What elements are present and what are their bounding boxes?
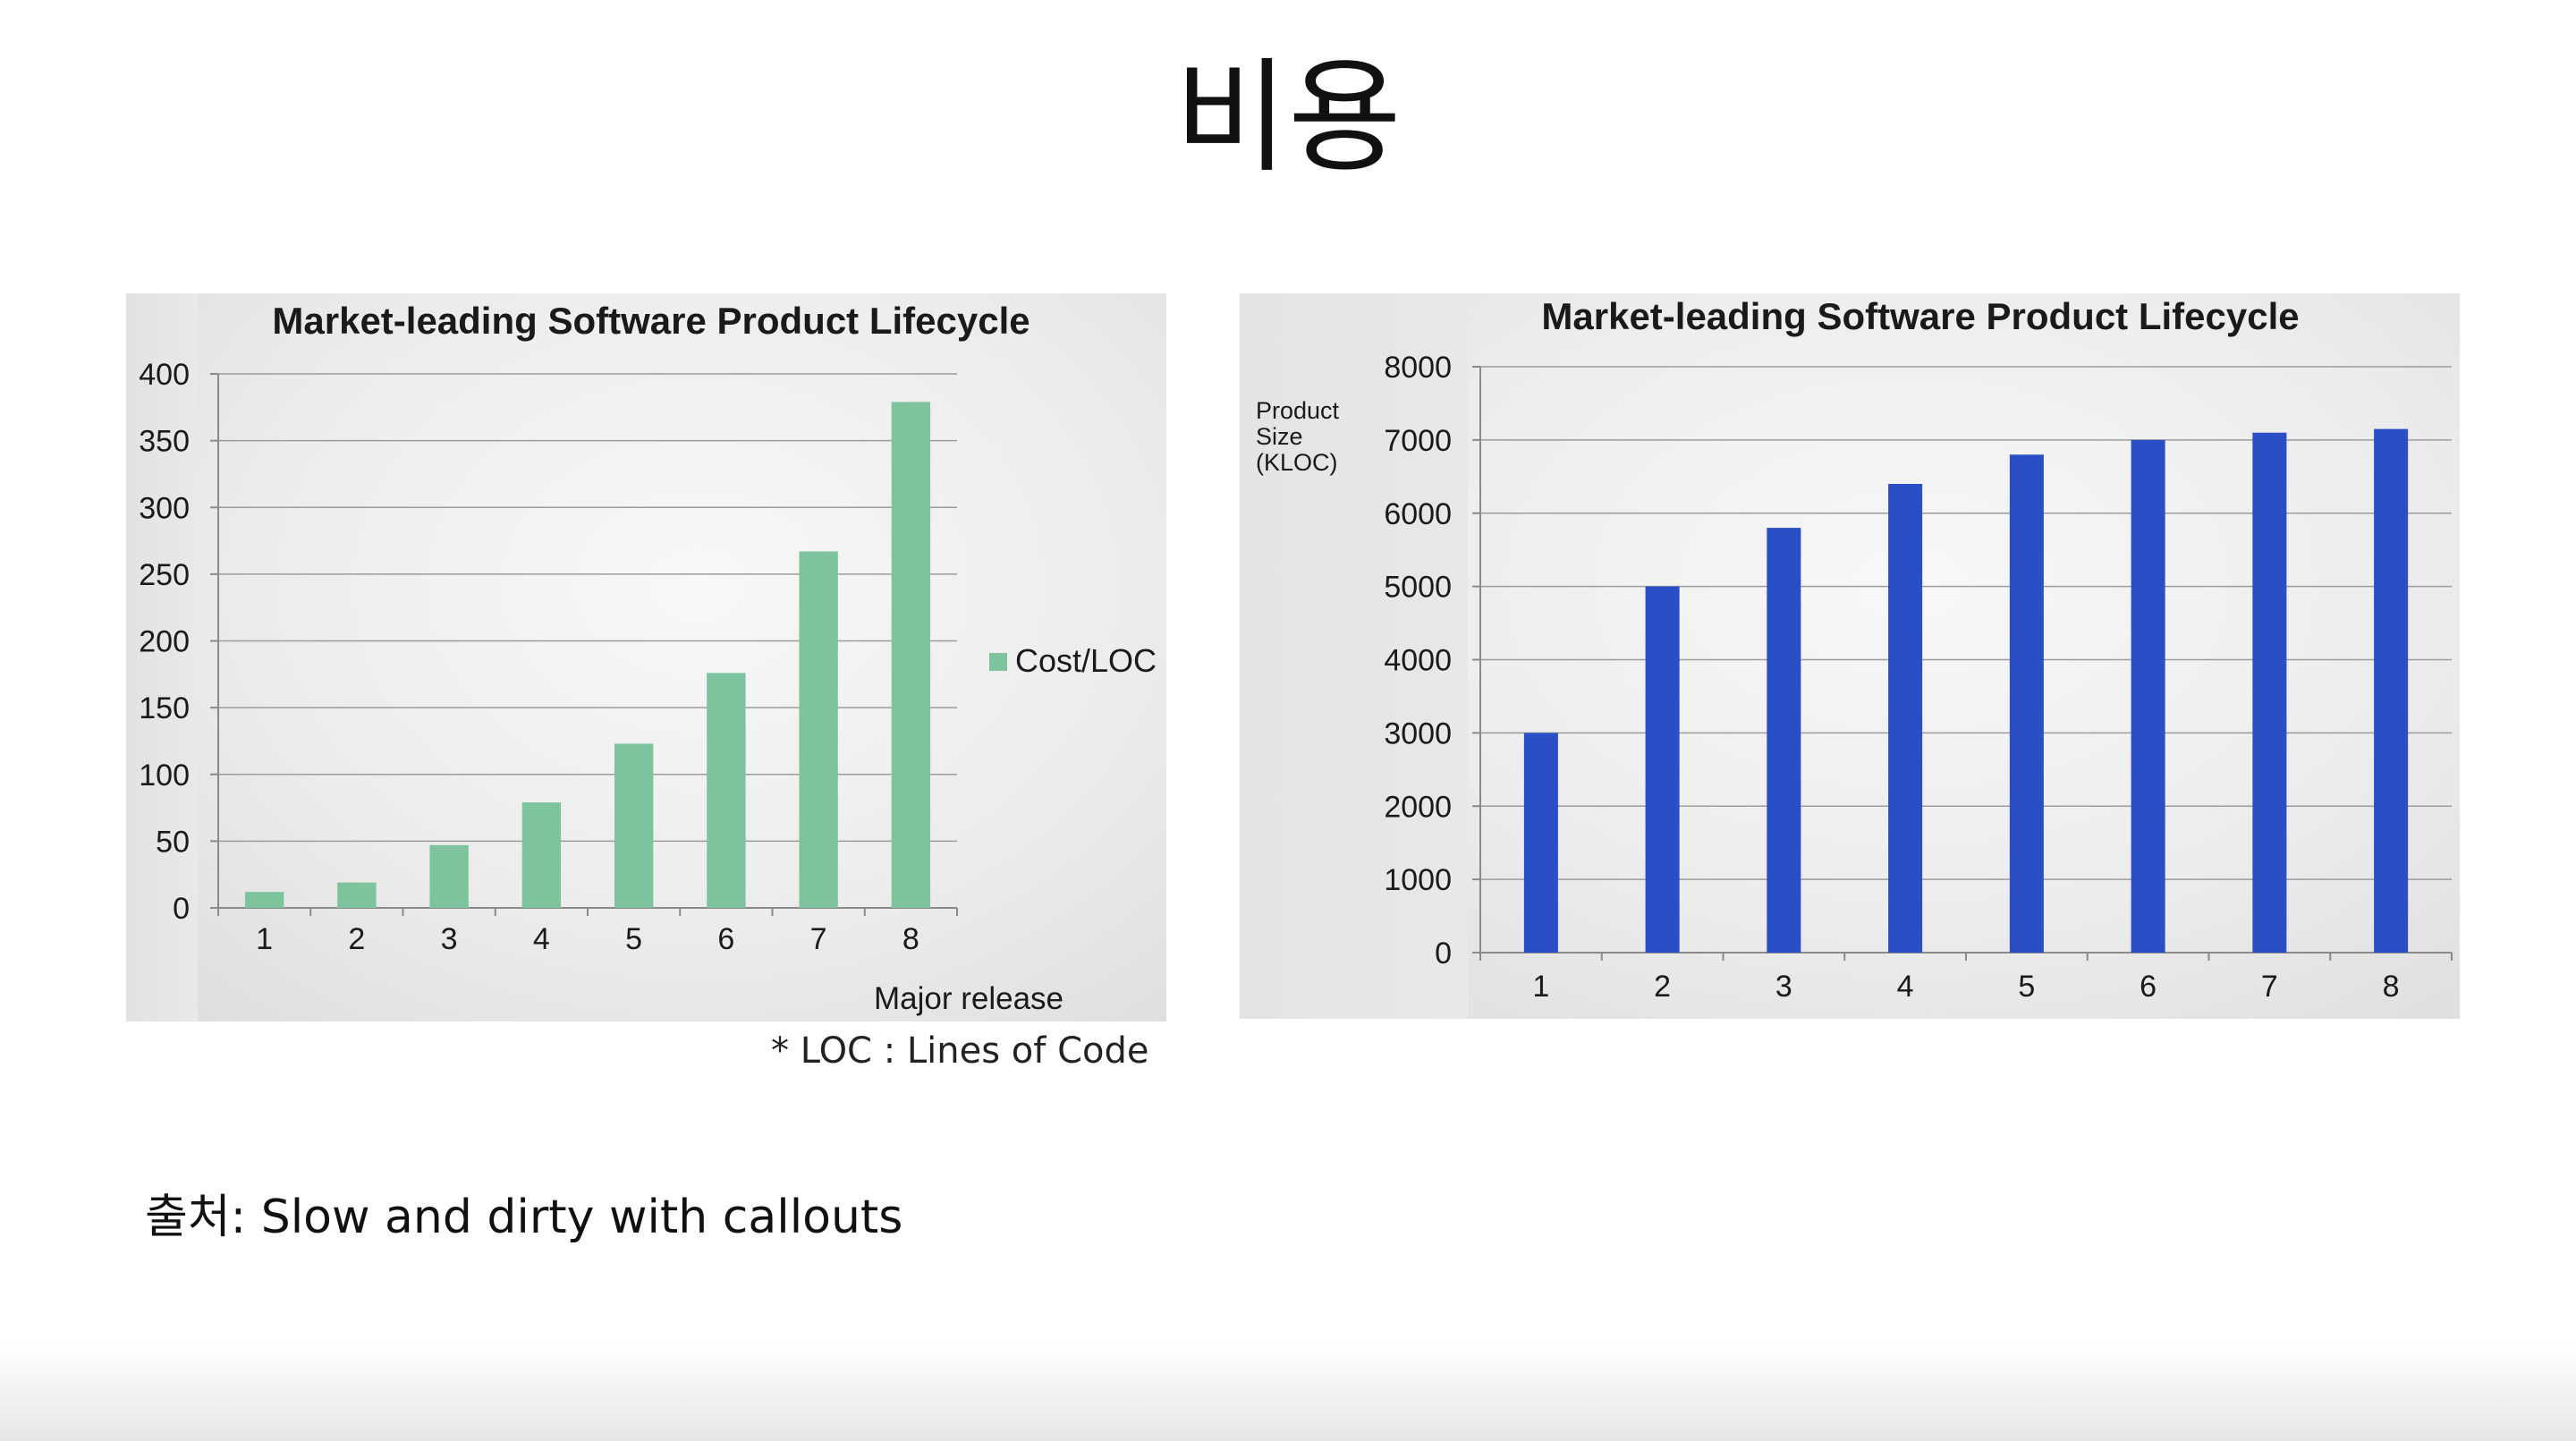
y-tick-label: 0 [173, 892, 190, 926]
bar-release-1 [244, 892, 284, 908]
product-size-chart-svg: Market-leading Software Product Lifecycl… [1256, 295, 2453, 1004]
x-tick-label: 8 [902, 922, 919, 956]
bar-release-6 [707, 673, 746, 908]
x-tick-label: 5 [625, 922, 642, 956]
x-tick-label: 7 [810, 922, 827, 956]
y-tick-label: 150 [139, 691, 190, 725]
x-tick-label: 8 [2383, 970, 2400, 1004]
y-tick-label: 7000 [1384, 424, 1452, 458]
y-tick-label: 3000 [1384, 716, 1452, 750]
y-tick-label: 250 [139, 558, 190, 592]
x-tick-label: 3 [1775, 970, 1792, 1004]
y-tick-label: 350 [139, 425, 190, 459]
x-tick-label: 7 [2261, 970, 2278, 1004]
legend-swatch [989, 653, 1007, 671]
slide-title: 비용 [1174, 46, 1402, 190]
legend-label: Cost/LOC [1015, 642, 1157, 679]
footnote: * LOC : Lines of Code [771, 1030, 1149, 1072]
y-axis-label-line-3: (KLOC) [1256, 449, 1338, 476]
bar-release-3 [429, 844, 469, 908]
bar-release-4 [1888, 484, 1923, 953]
bar-release-8 [891, 402, 931, 908]
y-axis-label-line-2: Size [1256, 423, 1303, 450]
y-tick-label: 300 [139, 491, 190, 525]
y-tick-label: 4000 [1384, 644, 1452, 678]
y-tick-label: 50 [156, 825, 190, 859]
x-tick-label: 2 [348, 922, 365, 956]
y-tick-label: 1000 [1384, 863, 1452, 897]
y-tick-label: 5000 [1384, 571, 1452, 605]
y-tick-label: 200 [139, 625, 190, 659]
y-tick-label: 2000 [1384, 790, 1452, 824]
x-tick-label: 4 [533, 922, 550, 956]
bottom-fade [0, 1343, 2576, 1441]
chart-title: Market-leading Software Product Lifecycl… [1541, 295, 2299, 337]
x-tick-label: 1 [256, 922, 273, 956]
x-tick-label: 1 [1532, 970, 1549, 1004]
bar-release-7 [799, 551, 838, 908]
bar-release-2 [337, 882, 377, 908]
x-tick-label: 6 [717, 922, 734, 956]
x-tick-label: 2 [1654, 970, 1671, 1004]
bar-release-6 [2131, 439, 2165, 953]
chart-title: Market-leading Software Product Lifecycl… [272, 300, 1030, 342]
bar-release-2 [1645, 586, 1680, 953]
bar-release-1 [1523, 733, 1558, 953]
x-tick-label: 5 [2018, 970, 2035, 1004]
x-axis-label: Major release [874, 981, 1063, 1016]
bar-release-8 [2374, 428, 2409, 953]
bar-release-4 [521, 802, 562, 908]
cost-per-loc-chart-svg: Market-leading Software Product Lifecycl… [139, 300, 1157, 1016]
cost-per-loc-chart: Market-leading Software Product Lifecycl… [126, 293, 1166, 1021]
x-tick-label: 6 [2140, 970, 2157, 1004]
source-citation: 출처: Slow and dirty with callouts [145, 1191, 903, 1244]
product-size-chart: Market-leading Software Product Lifecycl… [1240, 293, 2460, 1019]
y-axis-label-line-1: Product [1256, 397, 1340, 424]
bar-release-3 [1767, 528, 1801, 953]
x-tick-label: 4 [1897, 970, 1914, 1004]
bar-release-5 [2009, 454, 2044, 953]
y-tick-label: 0 [1435, 937, 1452, 971]
y-tick-label: 8000 [1384, 351, 1452, 385]
y-tick-label: 100 [139, 759, 190, 793]
x-tick-label: 3 [441, 922, 458, 956]
y-tick-label: 6000 [1384, 497, 1452, 531]
bar-release-7 [2252, 432, 2287, 953]
y-tick-label: 400 [139, 358, 190, 392]
bar-release-5 [614, 743, 654, 908]
